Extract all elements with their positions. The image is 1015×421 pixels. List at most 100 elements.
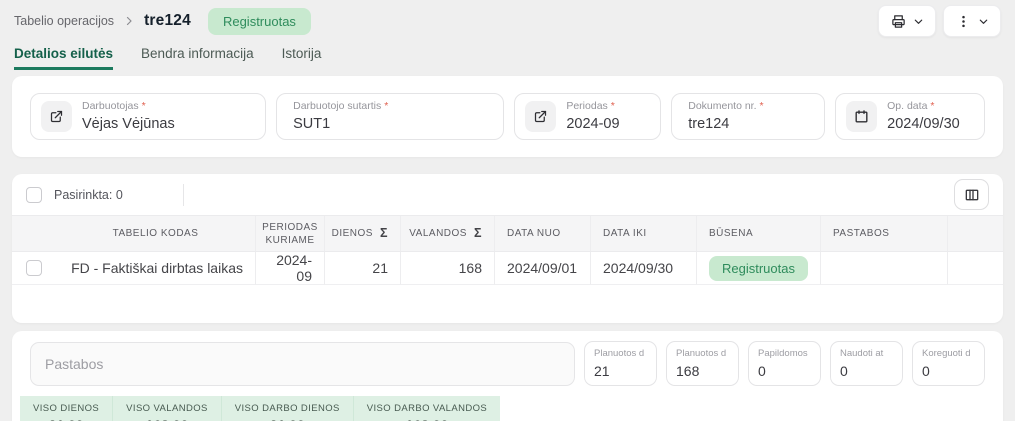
mini-field-planuotos-valandos[interactable]: Planuotos d 168 [666, 341, 739, 386]
mini-field-value: 0 [758, 363, 811, 379]
breadcrumb-parent-link[interactable]: Tabelio operacijos [14, 14, 114, 28]
external-link-icon[interactable] [41, 101, 72, 132]
tab-bar: Detalios eilutės Bendra informacija Isto… [0, 38, 1015, 70]
column-header-data-nuo: DATA NUO [494, 216, 590, 251]
summary-label: VISO VALANDOS [126, 403, 208, 414]
field-value: SUT1 [293, 116, 330, 132]
summary-viso-valandos: VISO VALANDOS 168.00 [112, 396, 221, 421]
table-row[interactable]: FD - Faktiškai dirbtas laikas 2024-09 21… [12, 252, 1003, 285]
row-status-badge: Registruotas [709, 256, 808, 281]
required-mark: * [142, 100, 146, 112]
calendar-icon[interactable] [846, 101, 877, 132]
topbar-actions [878, 5, 1001, 37]
cell-pastabos [820, 252, 947, 285]
field-label: Op. data [887, 100, 927, 112]
mini-field-label: Naudoti at [840, 348, 893, 359]
mini-field-koreguoti[interactable]: Koreguoti d 0 [912, 341, 985, 386]
header-checkbox-spacer [12, 216, 56, 251]
kebab-menu-icon [956, 14, 971, 29]
summary-viso-darbo-dienos: VISO DARBO DIENOS 21.00 [221, 396, 353, 421]
mini-field-label: Planuotos d [594, 348, 647, 359]
tab-detalios-eilutes[interactable]: Detalios eilutės [14, 46, 113, 70]
column-header-periodas-kuriame: PERIODAS KURIAME [255, 216, 324, 251]
field-value: tre124 [688, 116, 729, 132]
column-header-valandos: VALANDOS Σ [400, 216, 494, 251]
summary-value: 168.00 [406, 417, 449, 421]
mini-field-label: Planuotos d [676, 348, 729, 359]
field-periodas[interactable]: Periodas * 2024-09 [514, 93, 661, 140]
summary-value: 168.00 [146, 417, 189, 421]
tab-bendra-informacija[interactable]: Bendra informacija [141, 46, 254, 70]
field-op-data[interactable]: Op. data* 2024/09/30 [835, 93, 985, 140]
toolbar-divider [183, 184, 184, 206]
field-label: Periodas [566, 100, 607, 112]
required-mark: * [930, 100, 934, 112]
mini-field-papildomos[interactable]: Papildomos 0 [748, 341, 821, 386]
summary-viso-darbo-valandos: VISO DARBO VALANDOS 168.00 [353, 396, 500, 421]
external-link-icon[interactable] [525, 101, 556, 132]
field-value: 2024/09/30 [887, 116, 960, 132]
column-header-busena: BŪSENA [696, 216, 820, 251]
print-button[interactable] [878, 5, 936, 37]
field-label: Dokumento nr. [688, 100, 756, 112]
tab-istorija[interactable]: Istorija [282, 46, 322, 70]
field-value: Vėjas Vėjūnas [82, 116, 175, 132]
printer-icon [891, 14, 906, 29]
mini-field-label: Papildomos [758, 348, 811, 359]
breadcrumb: Tabelio operacijos tre124 Registruotas [14, 8, 311, 35]
mini-field-value: 21 [594, 363, 647, 379]
sum-sigma-icon[interactable]: Σ [474, 225, 482, 241]
page: Tabelio operacijos tre124 Registruotas D… [0, 0, 1015, 421]
field-dokumento-nr[interactable]: Dokumento nr. * tre124 [671, 93, 825, 140]
table-header-row: TABELIO KODAS PERIODAS KURIAME DIENOS Σ … [12, 215, 1003, 252]
column-header-data-iki: DATA IKI [590, 216, 696, 251]
summary-label: VISO DARBO DIENOS [235, 403, 340, 414]
table-empty-space [12, 285, 1003, 323]
chevron-down-icon [978, 16, 989, 27]
mini-field-label: Koreguoti d [922, 348, 975, 359]
cell-data-nuo: 2024/09/01 [494, 252, 590, 285]
totals-summary-bar: VISO DIENOS 21.00 VISO VALANDOS 168.00 V… [20, 396, 500, 421]
required-mark: * [384, 100, 388, 112]
cell-valandos: 168 [400, 252, 494, 285]
sum-sigma-icon[interactable]: Σ [380, 225, 388, 241]
select-all-checkbox[interactable] [26, 187, 42, 203]
topbar: Tabelio operacijos tre124 Registruotas [0, 0, 1015, 38]
summary-value: 21.00 [49, 417, 84, 421]
more-actions-button[interactable] [943, 5, 1001, 37]
summary-value: 21.00 [270, 417, 305, 421]
column-settings-button[interactable] [954, 179, 989, 210]
row-checkbox[interactable] [26, 260, 42, 276]
column-header-tabelio-kodas: TABELIO KODAS [56, 216, 255, 251]
required-mark: * [611, 100, 615, 112]
cell-data-iki: 2024/09/30 [590, 252, 696, 285]
document-title: tre124 [144, 12, 191, 30]
mini-field-value: 0 [840, 363, 893, 379]
mini-field-naudoti[interactable]: Naudoti at 0 [830, 341, 903, 386]
field-value: 2024-09 [566, 116, 619, 132]
document-fields-card: Darbuotojas* Vėjas Vėjūnas Darbuotojo su… [12, 76, 1003, 157]
cell-periodas: 2024-09 [255, 252, 324, 285]
column-header-pastabos: PASTABOS [820, 216, 947, 251]
cell-actions [947, 252, 1003, 285]
column-header-actions-spacer [947, 216, 1003, 251]
status-badge: Registruotas [208, 8, 311, 35]
columns-icon [964, 187, 980, 203]
field-darbuotojo-sutartis[interactable]: Darbuotojo sutartis* SUT1 [276, 93, 504, 140]
mini-field-value: 0 [922, 363, 975, 379]
selected-count-label: Pasirinkta: 0 [54, 188, 123, 202]
table-toolbar: Pasirinkta: 0 [12, 174, 1003, 215]
notes-row: Planuotos d 21 Planuotos d 168 Papildomo… [30, 341, 985, 386]
summary-label: VISO DIENOS [33, 403, 99, 414]
cell-tabelio-kodas: FD - Faktiškai dirbtas laikas [56, 252, 255, 285]
field-darbuotojas[interactable]: Darbuotojas* Vėjas Vėjūnas [30, 93, 266, 140]
notes-input[interactable] [30, 342, 575, 386]
lines-table-card: Pasirinkta: 0 TABELIO KODAS PERIODAS KUR… [12, 174, 1003, 323]
summary-label: VISO DARBO VALANDOS [367, 403, 487, 414]
totals-card: Planuotos d 21 Planuotos d 168 Papildomo… [12, 331, 1003, 421]
chevron-right-icon [123, 15, 135, 27]
column-header-dienos: DIENOS Σ [324, 216, 400, 251]
required-mark: * [760, 100, 764, 112]
mini-field-planuotos-dienos[interactable]: Planuotos d 21 [584, 341, 657, 386]
field-label: Darbuotojas [82, 100, 139, 112]
